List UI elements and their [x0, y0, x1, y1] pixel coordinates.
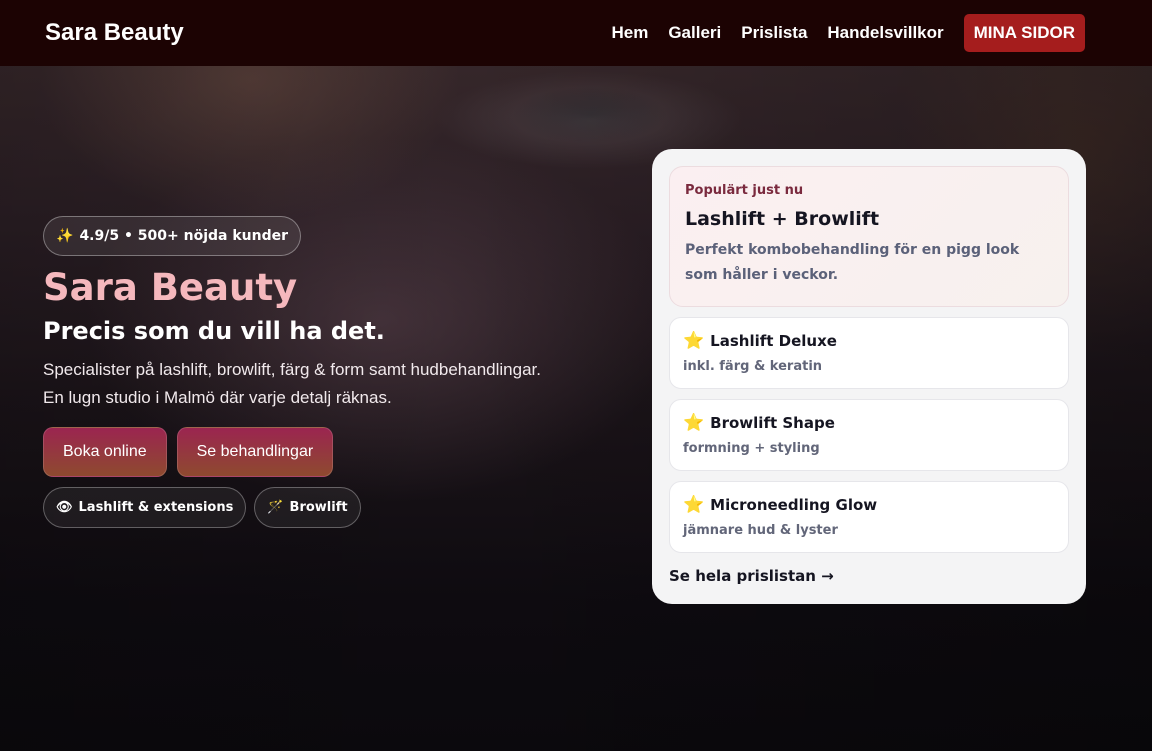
tag-label: Browlift: [289, 499, 348, 515]
rating-text: 4.9/5 • 500+ nöjda kunder: [79, 228, 289, 244]
tag-lashlift[interactable]: 👁 Lashlift & extensions: [43, 486, 247, 528]
eye-icon: 👁: [56, 499, 73, 515]
treatment-name: Browlift Shape: [710, 414, 835, 432]
featured-kicker: Populärt just nu: [685, 183, 804, 198]
treatment-item[interactable]: ⭐ Microneedling Glow jämnare hud & lyste…: [669, 481, 1069, 553]
magic-wand-icon: 🪄: [267, 499, 284, 515]
rating-badge: ✨ 4.9/5 • 500+ nöjda kunder: [43, 216, 302, 256]
hero-buttons: Boka online Se behandlingar: [43, 426, 603, 477]
star-icon: ⭐: [683, 413, 705, 433]
featured-description: Perfekt kombobehandling för en pigg look…: [685, 242, 1020, 283]
treatment-subtitle: inkl. färg & keratin: [683, 359, 823, 374]
tag-browlift[interactable]: 🪄 Browlift: [254, 486, 361, 528]
hero-description-line-2: En lugn studio i Malmö där varje detalj …: [43, 387, 392, 407]
treatment-subtitle: formning + styling: [683, 441, 820, 456]
book-online-button[interactable]: Boka online: [43, 426, 167, 477]
hero-title: Sara Beauty: [43, 266, 298, 309]
nav-link-prislista[interactable]: Prislista: [741, 23, 807, 43]
treatment-item[interactable]: ⭐ Lashlift Deluxe inkl. färg & keratin: [669, 317, 1069, 389]
treatment-name: Lashlift Deluxe: [710, 332, 837, 350]
navbar: Sara Beauty Hem Galleri Prislista Handel…: [0, 0, 1152, 66]
nav-link-galleri[interactable]: Galleri: [668, 23, 721, 43]
hero-content: ✨ 4.9/5 • 500+ nöjda kunder Sara Beauty …: [43, 216, 603, 528]
treatment-item[interactable]: ⭐ Browlift Shape formning + styling: [669, 399, 1069, 471]
popular-treatments-card: Populärt just nu Lashlift + Browlift Per…: [652, 149, 1086, 604]
star-icon: ⭐: [683, 495, 705, 515]
treatment-subtitle: jämnare hud & lyster: [683, 523, 838, 538]
nav-link-handelsvillkor[interactable]: Handelsvillkor: [827, 23, 943, 43]
hero-description-line-1: Specialister på lashlift, browlift, färg…: [43, 359, 541, 379]
mina-sidor-button[interactable]: MINA SIDOR: [963, 14, 1085, 52]
nav-link-hem[interactable]: Hem: [611, 23, 648, 43]
star-icon: ⭐: [683, 331, 705, 351]
featured-title: Lashlift + Browlift: [685, 208, 880, 230]
hero-subtitle: Precis som du vill ha det.: [43, 317, 385, 346]
full-pricelist-link[interactable]: Se hela prislistan →: [669, 567, 1069, 585]
tag-label: Lashlift & extensions: [78, 499, 234, 515]
sparkles-icon: ✨: [56, 228, 74, 244]
featured-treatment[interactable]: Populärt just nu Lashlift + Browlift Per…: [669, 166, 1069, 307]
hero-description: Specialister på lashlift, browlift, färg…: [43, 356, 603, 412]
service-tags: 👁 Lashlift & extensions 🪄 Browlift: [43, 486, 603, 528]
brand-logo[interactable]: Sara Beauty: [45, 19, 184, 47]
see-treatments-button[interactable]: Se behandlingar: [176, 426, 334, 477]
nav-links: Hem Galleri Prislista Handelsvillkor MIN…: [611, 14, 1085, 52]
treatment-name: Microneedling Glow: [710, 496, 878, 514]
